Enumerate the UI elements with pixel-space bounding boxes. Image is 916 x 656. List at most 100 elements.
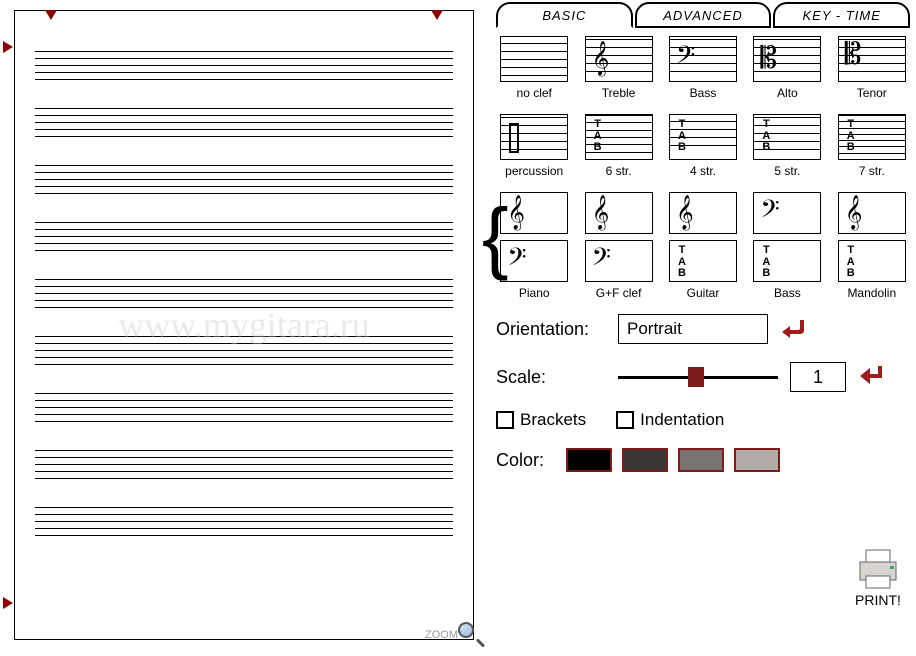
grand-option-mandolin[interactable]: 𝄞 TAB Mandolin (834, 192, 910, 300)
color-swatch-black[interactable] (566, 448, 612, 472)
tab-icon: TAB (594, 119, 602, 154)
magnifier-icon (458, 622, 484, 648)
clef-label: no clef (517, 86, 552, 100)
grand-label: Guitar (687, 286, 720, 300)
ruler-marker-icon[interactable] (3, 41, 13, 53)
clef-option-4str[interactable]: TAB 4 str. (665, 114, 741, 178)
color-swatch-dark[interactable] (622, 448, 668, 472)
scale-apply-button[interactable] (858, 364, 888, 390)
bass-clef-icon: 𝄢 (760, 198, 779, 228)
clef-option-treble[interactable]: 𝄞 Treble (580, 36, 656, 100)
zoom-control[interactable]: ZOOM (425, 622, 484, 648)
orientation-apply-button[interactable] (780, 316, 810, 342)
brackets-checkbox[interactable]: Brackets (496, 410, 586, 430)
tab-icon: TAB (847, 119, 855, 154)
treble-clef-icon: 𝄞 (676, 198, 694, 228)
orientation-input[interactable] (618, 314, 768, 344)
orientation-label: Orientation: (496, 319, 606, 340)
percussion-clef-icon (509, 123, 519, 153)
brace-icon: { (490, 192, 500, 282)
color-label: Color: (496, 450, 556, 471)
clef-label: 5 str. (774, 164, 800, 178)
ruler-marker-icon[interactable] (431, 10, 443, 20)
staff-row (35, 222, 453, 251)
staff-row (35, 393, 453, 422)
grand-option-gfclef[interactable]: 𝄞 𝄢 G+F clef (580, 192, 656, 300)
enter-arrow-icon (858, 364, 888, 390)
clef-label: percussion (505, 164, 563, 178)
clef-option-7str[interactable]: TAB 7 str. (834, 114, 910, 178)
staff-page: www.mygitara.ru (14, 10, 474, 640)
staff-row (35, 165, 453, 194)
clef-option-bass[interactable]: 𝄢 Bass (665, 36, 741, 100)
tab-icon: TAB (847, 245, 855, 280)
treble-clef-icon: 𝄞 (845, 198, 863, 228)
checkbox-icon (496, 411, 514, 429)
clef-label: Alto (777, 86, 798, 100)
clef-label: Treble (602, 86, 636, 100)
staff-row (35, 108, 453, 137)
tenor-clef-icon: 𝄡 (845, 40, 862, 70)
clef-option-percussion[interactable]: percussion (496, 114, 572, 178)
tab-keytime[interactable]: KEY - TIME (773, 2, 910, 28)
clef-label: 7 str. (859, 164, 885, 178)
clef-option-5str[interactable]: TAB 5 str. (749, 114, 825, 178)
tab-icon: TAB (678, 119, 686, 154)
grand-label: G+F clef (596, 286, 642, 300)
zoom-label: ZOOM (425, 629, 458, 641)
print-button[interactable]: PRINT! (852, 548, 904, 608)
grand-label: Piano (519, 286, 550, 300)
printer-icon (852, 548, 904, 590)
color-swatch-light[interactable] (734, 448, 780, 472)
clef-label: 6 str. (606, 164, 632, 178)
staff-row (35, 279, 453, 308)
bass-clef-icon: 𝄢 (507, 246, 526, 276)
control-panel: BASIC ADVANCED KEY - TIME no clef 𝄞 Treb… (490, 0, 916, 656)
tab-icon: TAB (762, 245, 770, 280)
scale-input[interactable] (790, 362, 846, 392)
indentation-label: Indentation (640, 410, 724, 430)
tab-advanced[interactable]: ADVANCED (635, 2, 772, 28)
clef-option-6str[interactable]: TAB 6 str. (580, 114, 656, 178)
tab-bar: BASIC ADVANCED KEY - TIME (496, 2, 910, 28)
color-swatch-gray[interactable] (678, 448, 724, 472)
clef-option-alto[interactable]: 𝄡 Alto (749, 36, 825, 100)
scale-slider[interactable] (618, 365, 778, 389)
grand-label: Mandolin (847, 286, 896, 300)
clef-row-2: percussion TAB 6 str. TAB 4 str. TAB 5 s… (496, 114, 910, 178)
alto-clef-icon: 𝄡 (760, 44, 777, 74)
staff-row (35, 336, 453, 365)
clef-label: 4 str. (690, 164, 716, 178)
staff-row (35, 51, 453, 80)
preview-panel: www.mygitara.ru ZOOM (0, 0, 490, 656)
undo-arrow-icon (780, 316, 810, 342)
clef-row-1: no clef 𝄞 Treble 𝄢 Bass 𝄡 Alto 𝄡 Tenor (496, 36, 910, 100)
bass-clef-icon: 𝄢 (676, 44, 695, 74)
treble-clef-icon: 𝄞 (592, 44, 610, 74)
slider-handle[interactable] (688, 367, 704, 387)
brackets-label: Brackets (520, 410, 586, 430)
bass-clef-icon: 𝄢 (592, 246, 611, 276)
clef-label: Tenor (857, 86, 887, 100)
scale-label: Scale: (496, 367, 606, 388)
indentation-checkbox[interactable]: Indentation (616, 410, 724, 430)
grand-staff-row: { 𝄞 𝄢 Piano 𝄞 𝄢 G+F clef 𝄞 TAB Guitar (496, 192, 910, 300)
print-label: PRINT! (855, 592, 901, 608)
tab-basic[interactable]: BASIC (496, 2, 633, 28)
checkbox-icon (616, 411, 634, 429)
grand-option-bass[interactable]: 𝄢 TAB Bass (749, 192, 825, 300)
treble-clef-icon: 𝄞 (507, 198, 525, 228)
clef-option-noclef[interactable]: no clef (496, 36, 572, 100)
grand-option-guitar[interactable]: 𝄞 TAB Guitar (665, 192, 741, 300)
treble-clef-icon: 𝄞 (592, 198, 610, 228)
tab-icon: TAB (762, 119, 770, 154)
staff-row (35, 450, 453, 479)
grand-label: Bass (774, 286, 801, 300)
ruler-marker-icon[interactable] (3, 597, 13, 609)
tab-icon: TAB (678, 245, 686, 280)
clef-option-tenor[interactable]: 𝄡 Tenor (834, 36, 910, 100)
staff-row (35, 507, 453, 536)
clef-label: Bass (690, 86, 717, 100)
grand-option-piano[interactable]: { 𝄞 𝄢 Piano (496, 192, 572, 300)
ruler-marker-icon[interactable] (45, 10, 57, 20)
